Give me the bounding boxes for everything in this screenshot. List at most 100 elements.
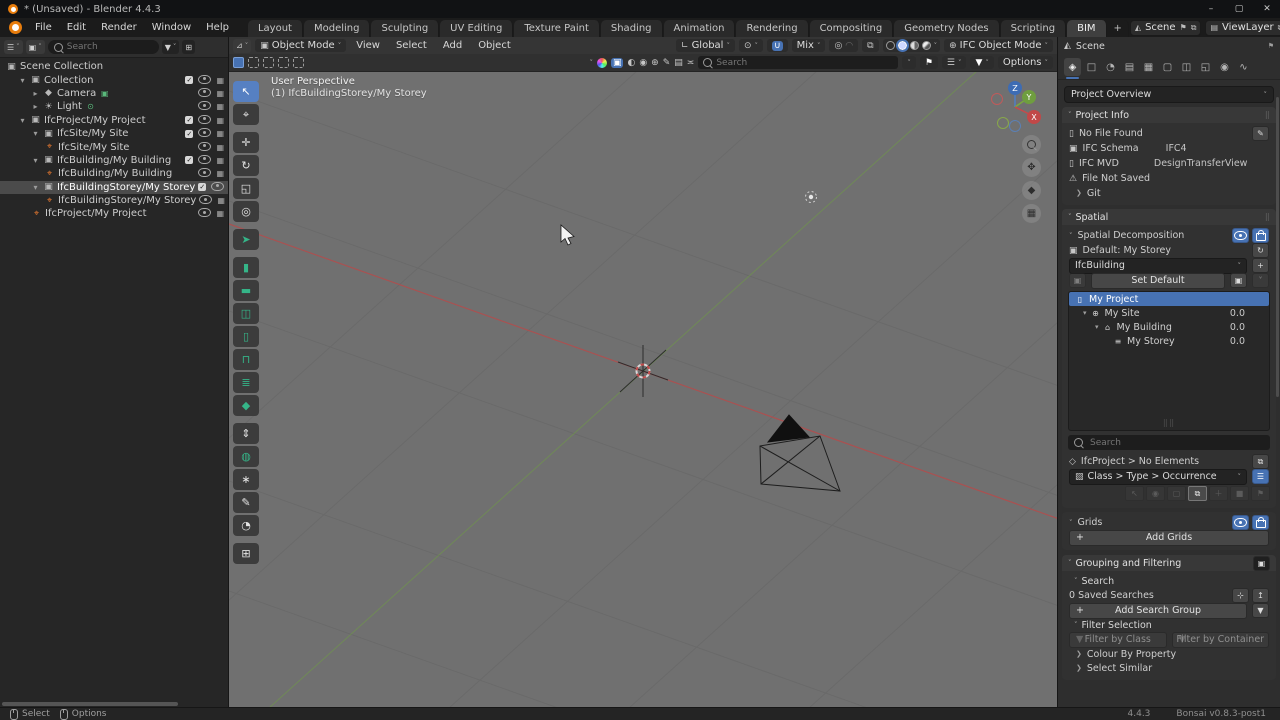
- extra-button[interactable]: ˅: [1252, 273, 1269, 288]
- render-visibility-toggle[interactable]: ▦: [216, 169, 224, 178]
- tab-layout[interactable]: Layout: [248, 20, 303, 37]
- select-similar-panel[interactable]: ❯Select Similar: [1066, 661, 1272, 675]
- light-tool[interactable]: ◍: [233, 446, 259, 467]
- container-class-dropdown[interactable]: IfcBuilding˅: [1069, 258, 1247, 274]
- move-tool[interactable]: ✛: [233, 132, 259, 153]
- spatial-row-project[interactable]: ▯ My Project: [1069, 292, 1269, 306]
- tab-data[interactable]: ∿: [1235, 58, 1252, 76]
- expand-icon[interactable]: ▸: [31, 102, 40, 111]
- edit-file-button[interactable]: ✎: [1252, 126, 1269, 141]
- axis-neg-y[interactable]: [998, 118, 1009, 129]
- collapse-icon[interactable]: ˅: [589, 59, 593, 67]
- outliner-row-ifcsite-object[interactable]: ⌖ IfcSite/My Site ▦: [0, 140, 228, 153]
- spatial-decomposition-header[interactable]: ˅Spatial Decomposition: [1066, 228, 1272, 243]
- render-visibility-toggle[interactable]: ▦: [216, 116, 224, 125]
- editor-type-button[interactable]: ☰˅: [4, 40, 23, 54]
- measure-filter-icon[interactable]: ≍: [687, 58, 695, 68]
- add-workspace-button[interactable]: +: [1108, 20, 1129, 37]
- tab-tool[interactable]: ◈: [1064, 58, 1081, 76]
- menu-file[interactable]: File: [28, 20, 59, 35]
- filter-funnel-button[interactable]: ▼: [1252, 603, 1269, 618]
- structural-tool[interactable]: ∗: [233, 469, 259, 490]
- render-visibility-toggle[interactable]: ▦: [217, 196, 225, 205]
- tab-modeling[interactable]: Modeling: [304, 20, 371, 37]
- settings-button[interactable]: ⊹: [1232, 588, 1249, 603]
- transform-tool[interactable]: ◎: [233, 201, 259, 222]
- spatial-search[interactable]: [1068, 435, 1270, 450]
- exclude-checkbox[interactable]: ✓: [198, 183, 206, 191]
- bim-explore-tool[interactable]: ➤: [233, 229, 259, 250]
- exclude-checkbox[interactable]: ✓: [185, 130, 193, 138]
- isolate-button[interactable]: ↖: [1125, 486, 1144, 501]
- outliner-row-ifcsite-collection[interactable]: ▾ ▣ IfcSite/My Site ✓▦: [0, 127, 228, 140]
- snap-toggle[interactable]: ∪: [767, 39, 788, 52]
- expand-button[interactable]: ＋: [1209, 486, 1228, 501]
- tab-scene[interactable]: ▦: [1140, 58, 1157, 76]
- image-filter-icon[interactable]: ▤: [674, 58, 683, 68]
- add-grids-button[interactable]: +Add Grids: [1069, 530, 1269, 546]
- hide-eye-toggle[interactable]: [198, 115, 211, 126]
- hide-button[interactable]: ▢: [1167, 486, 1186, 501]
- tab-view-layer[interactable]: ▤: [1121, 58, 1138, 76]
- ortho-toggle-button[interactable]: ▦: [1022, 204, 1041, 223]
- cursor-tool[interactable]: ⌖: [233, 104, 259, 125]
- tab-modifiers[interactable]: ◱: [1197, 58, 1214, 76]
- refresh-elements-button[interactable]: ⧉: [1188, 486, 1207, 501]
- furniture-tool[interactable]: ⊓: [233, 349, 259, 370]
- snap-mode-dropdown[interactable]: Mix˅: [792, 39, 826, 52]
- tab-sculpting[interactable]: Sculpting: [371, 20, 439, 37]
- select-subtract-mode[interactable]: [263, 57, 274, 68]
- outliner-row-ifcproject-collection[interactable]: ▾ ▣ IfcProject/My Project ✓▦: [0, 114, 228, 127]
- outliner-row-ifcbuilding-collection[interactable]: ▾ ▣ IfcBuilding/My Building ✓▦: [0, 154, 228, 167]
- hide-eye-toggle[interactable]: [199, 195, 212, 206]
- expand-icon[interactable]: ▾: [18, 116, 27, 125]
- menu-select[interactable]: Select: [390, 39, 433, 52]
- hierarchy-view-button[interactable]: ☰: [1252, 469, 1269, 484]
- menu-view[interactable]: View: [350, 39, 386, 52]
- viewport-search[interactable]: [698, 56, 898, 69]
- outliner-row-camera[interactable]: ▸ ◆ Camera ▣ ▦: [0, 87, 228, 100]
- grouping-header[interactable]: ˅Grouping and Filtering ▣: [1062, 555, 1276, 571]
- tab-texture-paint[interactable]: Texture Paint: [514, 20, 600, 37]
- outliner-row-scene-collection[interactable]: ▣ Scene Collection: [0, 60, 228, 73]
- close-button[interactable]: ✕: [1254, 0, 1280, 18]
- outliner-row-light[interactable]: ▸ ☀ Light ⊙ ▦: [0, 100, 228, 113]
- list-resize-handle[interactable]: ⣿⣿: [1163, 419, 1175, 427]
- scale-tool[interactable]: ◱: [233, 178, 259, 199]
- viewport-search-input[interactable]: [716, 58, 866, 68]
- filter-funnel-button[interactable]: ▼˅: [970, 56, 993, 69]
- search-subpanel-header[interactable]: ˅Search: [1066, 574, 1272, 588]
- select-invert-mode[interactable]: [278, 57, 289, 68]
- outliner-row-ifcbuildingstorey-collection[interactable]: ▾ ▣ IfcBuildingStorey/My Storey ✓▦: [0, 181, 228, 194]
- sync-elements-button[interactable]: ⧉: [1252, 454, 1269, 469]
- grids-header[interactable]: ˅Grids: [1066, 515, 1272, 530]
- wireframe-shading-icon[interactable]: [886, 41, 895, 50]
- viewlayer-selector[interactable]: ▤ ViewLayer ⧉: [1205, 20, 1280, 36]
- hide-eye-toggle[interactable]: [198, 155, 211, 166]
- hierarchy-mode-dropdown[interactable]: ▨ Class > Type > Occurrence˅: [1069, 469, 1247, 485]
- git-panel[interactable]: ❯Git: [1066, 186, 1272, 200]
- lock-button[interactable]: [1252, 228, 1269, 243]
- export-button[interactable]: ↥: [1252, 588, 1269, 603]
- curve-filter-icon[interactable]: ◐: [627, 58, 635, 68]
- expand-icon[interactable]: ▸: [31, 89, 40, 98]
- tab-render[interactable]: □: [1083, 58, 1100, 76]
- ifc-mode-dropdown[interactable]: ⊕IFC Object Mode˅: [944, 39, 1053, 52]
- render-visibility-toggle[interactable]: ▦: [216, 143, 224, 152]
- render-visibility-toggle[interactable]: ▦: [216, 209, 224, 218]
- mode-dropdown[interactable]: ▣Object Mode˅: [255, 39, 346, 52]
- expand-icon[interactable]: ▾: [31, 156, 40, 165]
- tab-shading[interactable]: Shading: [601, 20, 663, 37]
- select-extend-mode[interactable]: [248, 57, 259, 68]
- render-visibility-toggle[interactable]: ▦: [216, 89, 224, 98]
- menu-object[interactable]: Object: [472, 39, 517, 52]
- visibility-eye-button[interactable]: [1232, 515, 1249, 530]
- pin-icon[interactable]: ⚑: [1180, 23, 1187, 32]
- scene-selector[interactable]: ◭ Scene ⚑ ⧉: [1130, 20, 1202, 36]
- properties-scrollbar[interactable]: [1276, 97, 1279, 397]
- tab-object[interactable]: ◫: [1178, 58, 1195, 76]
- hide-eye-toggle[interactable]: [198, 88, 211, 99]
- spatial-row-site[interactable]: ▾ ⊕ My Site 0.0: [1069, 306, 1269, 320]
- pivot-point-dropdown[interactable]: ⊙˅: [739, 39, 763, 52]
- select-intersect-mode[interactable]: [293, 57, 304, 68]
